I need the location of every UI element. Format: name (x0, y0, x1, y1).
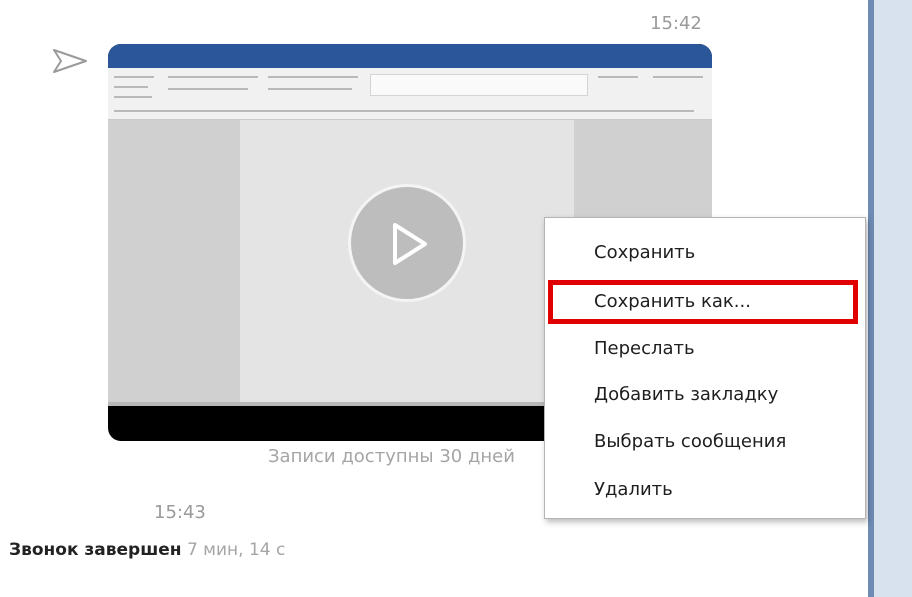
call-status: Звонок завершен (9, 540, 182, 560)
video-frame-ribbon-tabs (108, 59, 712, 74)
sent-icon (53, 49, 87, 73)
menu-item-delete[interactable]: Удалить (545, 467, 865, 513)
video-frame-titlebar (108, 44, 712, 59)
message-timestamp: 15:42 (650, 13, 702, 34)
video-frame-ribbon (108, 68, 712, 120)
menu-item-save[interactable]: Сохранить (545, 230, 865, 276)
message-timestamp: 15:43 (154, 502, 206, 523)
menu-item-add-bookmark[interactable]: Добавить закладку (545, 372, 865, 418)
side-panel (874, 0, 912, 597)
menu-item-forward[interactable]: Переслать (545, 326, 865, 372)
recording-availability-note: Записи доступны 30 дней (268, 446, 515, 467)
menu-item-save-as[interactable]: Сохранить как... (548, 280, 858, 324)
call-ended-message: Звонок завершен 7 мин, 14 с (9, 540, 285, 560)
play-icon (393, 223, 427, 265)
menu-item-select-messages[interactable]: Выбрать сообщения (545, 419, 865, 465)
call-duration: 7 мин, 14 с (186, 540, 286, 560)
context-menu: Сохранить Сохранить как... Переслать Доб… (544, 217, 866, 519)
play-button[interactable] (348, 184, 466, 302)
